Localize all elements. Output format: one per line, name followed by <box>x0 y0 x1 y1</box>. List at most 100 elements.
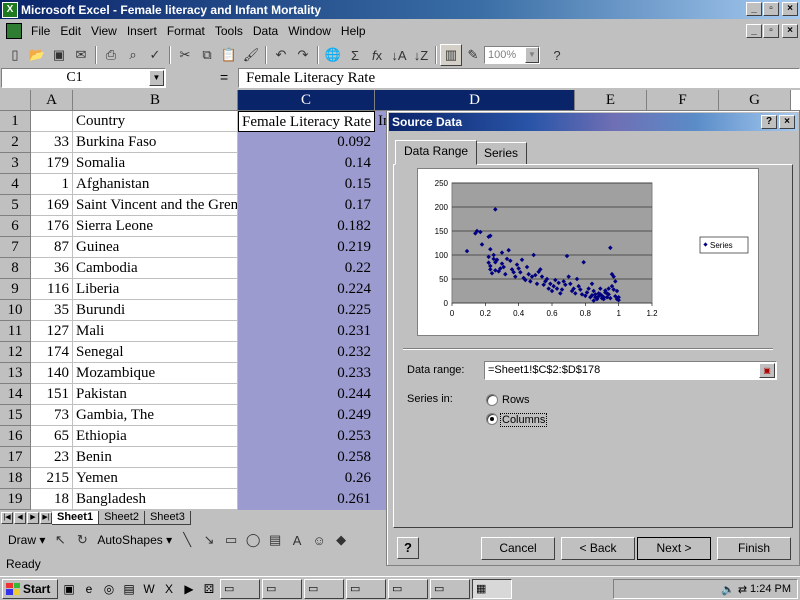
rectangle-icon[interactable]: ▭ <box>220 529 242 551</box>
data-range-input[interactable]: =Sheet1!$C$2:$D$178 ▣ <box>484 361 777 380</box>
next-button[interactable]: Next > <box>637 537 711 560</box>
cell-c[interactable]: 0.17 <box>238 195 375 216</box>
cell-b[interactable]: Senegal <box>73 342 238 363</box>
cell-a[interactable]: 127 <box>31 321 73 342</box>
help-button[interactable]: ? <box>397 537 419 559</box>
first-sheet-icon[interactable]: |◀ <box>1 512 13 524</box>
cell-a[interactable]: 176 <box>31 216 73 237</box>
cell-b[interactable]: Ethiopia <box>73 426 238 447</box>
format-painter-icon[interactable]: 🖌 <box>240 44 262 66</box>
chevron-down-icon[interactable]: ▼ <box>149 70 164 86</box>
cell-b[interactable]: Cambodia <box>73 258 238 279</box>
row-header[interactable]: 16 <box>0 426 31 447</box>
sort-ascending-icon[interactable]: ↓A <box>388 44 410 66</box>
prev-sheet-icon[interactable]: ◀ <box>14 512 26 524</box>
select-all-corner[interactable] <box>0 90 31 111</box>
row-header[interactable]: 11 <box>0 321 31 342</box>
cell-b[interactable]: Yemen <box>73 468 238 489</box>
cell-a[interactable]: 36 <box>31 258 73 279</box>
textbox-icon[interactable]: ▤ <box>264 529 286 551</box>
cell-c[interactable]: 0.22 <box>238 258 375 279</box>
email-icon[interactable]: ✉ <box>70 44 92 66</box>
row-header[interactable]: 7 <box>0 237 31 258</box>
autosum-icon[interactable]: Σ <box>344 44 366 66</box>
taskbar-button[interactable]: ▭ <box>304 578 344 599</box>
drawing-icon[interactable]: ✎ <box>462 44 484 66</box>
clock[interactable]: 1:24 PM <box>750 583 791 595</box>
column-header-a[interactable]: A <box>31 90 73 111</box>
cell-c[interactable]: 0.225 <box>238 300 375 321</box>
redo-icon[interactable]: ↷ <box>292 44 314 66</box>
cell-b[interactable]: Benin <box>73 447 238 468</box>
cell-a[interactable]: 35 <box>31 300 73 321</box>
wordart-icon[interactable]: A <box>286 529 308 551</box>
cell-b[interactable]: Gambia, The <box>73 405 238 426</box>
draw-menu[interactable]: Draw ▾ <box>4 533 49 547</box>
cell-b[interactable]: Liberia <box>73 279 238 300</box>
cell-c[interactable]: 0.253 <box>238 426 375 447</box>
row-header[interactable]: 15 <box>0 405 31 426</box>
cell-a[interactable]: 18 <box>31 489 73 510</box>
cell-a[interactable]: 65 <box>31 426 73 447</box>
cell-c[interactable]: 0.182 <box>238 216 375 237</box>
new-icon[interactable]: ▯ <box>4 44 26 66</box>
last-sheet-icon[interactable]: ▶| <box>40 512 52 524</box>
sheet-tab-sheet2[interactable]: Sheet2 <box>99 511 145 525</box>
row-header[interactable]: 1 <box>0 111 31 132</box>
menu-edit[interactable]: Edit <box>55 24 86 38</box>
cell-b[interactable]: Afghanistan <box>73 174 238 195</box>
chart-wizard-icon[interactable]: ▥ <box>440 44 462 66</box>
column-header-c[interactable]: C <box>238 90 375 111</box>
maximize-button[interactable]: ▫ <box>763 2 779 16</box>
cell-c[interactable]: 0.219 <box>238 237 375 258</box>
dialog-close-button[interactable]: × <box>779 115 795 129</box>
undo-icon[interactable]: ↶ <box>270 44 292 66</box>
rows-radio[interactable] <box>486 394 498 406</box>
function-icon[interactable]: fx <box>366 44 388 66</box>
cell-b[interactable]: Bangladesh <box>73 489 238 510</box>
fill-color-icon[interactable]: ◆ <box>330 529 352 551</box>
paste-icon[interactable]: 📋 <box>218 44 240 66</box>
cell-c[interactable]: 0.233 <box>238 363 375 384</box>
column-header-f[interactable]: F <box>647 90 719 111</box>
cell-a[interactable]: 215 <box>31 468 73 489</box>
start-button[interactable]: Start <box>2 578 58 599</box>
clipart-icon[interactable]: ☺ <box>308 529 330 551</box>
cut-icon[interactable]: ✂ <box>174 44 196 66</box>
columns-radio[interactable] <box>486 413 498 425</box>
print-preview-icon[interactable]: ⌕ <box>122 44 144 66</box>
row-header[interactable]: 5 <box>0 195 31 216</box>
cell-b[interactable]: Burundi <box>73 300 238 321</box>
cell-c1[interactable]: Female Literacy Rate <box>238 111 375 132</box>
spelling-icon[interactable]: ✓ <box>144 44 166 66</box>
cell-a[interactable]: 23 <box>31 447 73 468</box>
cell-c[interactable]: 0.224 <box>238 279 375 300</box>
sort-descending-icon[interactable]: ↓Z <box>410 44 432 66</box>
cell-a[interactable]: 73 <box>31 405 73 426</box>
tab-data-range[interactable]: Data Range <box>395 140 478 165</box>
row-header[interactable]: 19 <box>0 489 31 510</box>
taskbar-button-excel[interactable]: ▦ <box>472 578 512 599</box>
cell-a[interactable]: 33 <box>31 132 73 153</box>
cell-b[interactable]: Saint Vincent and the Gren <box>73 195 238 216</box>
network-icon[interactable]: ⇄ <box>738 583 747 596</box>
workbook-icon[interactable] <box>6 23 22 39</box>
cell-a1[interactable] <box>31 111 73 132</box>
row-header[interactable]: 3 <box>0 153 31 174</box>
doc-close-button[interactable]: × <box>782 24 798 38</box>
row-header[interactable]: 4 <box>0 174 31 195</box>
name-box[interactable]: C1 ▼ <box>1 68 166 88</box>
cell-b[interactable]: Sierra Leone <box>73 216 238 237</box>
row-header[interactable]: 17 <box>0 447 31 468</box>
row-header[interactable]: 9 <box>0 279 31 300</box>
dialog-help-button[interactable]: ? <box>761 115 777 129</box>
cell-c[interactable]: 0.231 <box>238 321 375 342</box>
media-icon[interactable]: ▶ <box>180 580 198 598</box>
cell-c[interactable]: 0.092 <box>238 132 375 153</box>
row-header[interactable]: 6 <box>0 216 31 237</box>
copy-icon[interactable]: ⧉ <box>196 44 218 66</box>
taskbar-button[interactable]: ▭ <box>220 578 260 599</box>
rows-label[interactable]: Rows <box>502 394 530 406</box>
menu-tools[interactable]: Tools <box>210 24 248 38</box>
cell-a[interactable]: 87 <box>31 237 73 258</box>
